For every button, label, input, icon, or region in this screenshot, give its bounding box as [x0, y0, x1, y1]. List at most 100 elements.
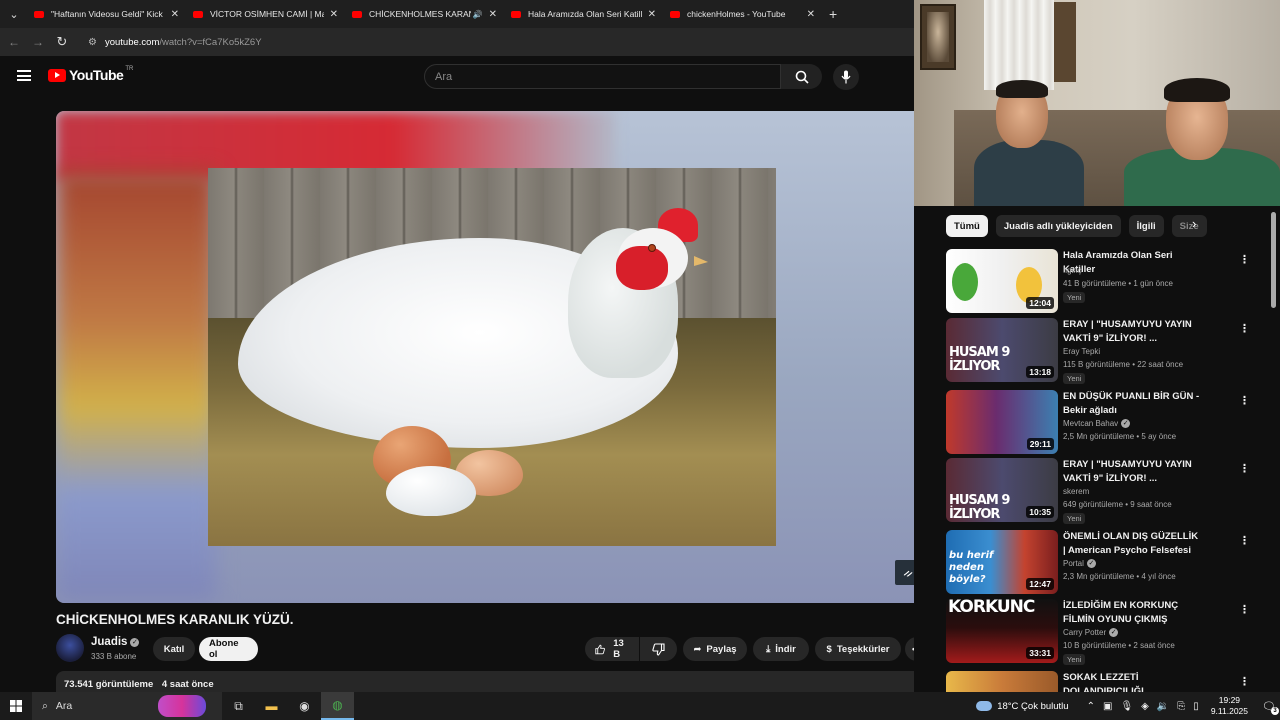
recommendation-item[interactable]: HUSAM 9 İZLIYOR 13:18 ERAY | "HUSAMYUYU … — [946, 318, 1250, 384]
recommendation-item[interactable]: 12:04 Hala Aramızda Olan Seri Katiller İ… — [946, 249, 1250, 313]
video-blur-background — [56, 171, 216, 601]
browser-tab[interactable]: VİCTOR OSİMHEN CAMİ | Madı... ✕ — [187, 0, 346, 28]
channel-avatar[interactable] — [56, 634, 84, 662]
site-settings-icon[interactable]: ⚙ — [88, 37, 97, 48]
network-icon[interactable]: ⎘ — [1177, 701, 1185, 712]
tab-close-icon[interactable]: ✕ — [171, 9, 179, 20]
more-vert-icon[interactable]: ⋮ — [1239, 322, 1250, 335]
start-button[interactable] — [0, 692, 32, 720]
tray-chevron-up-icon[interactable]: ⌃ — [1087, 701, 1095, 712]
tab-list-chevron-icon[interactable]: ⌄ — [0, 0, 28, 28]
video-thumbnail[interactable]: HUSAM 9 İZLIYOR 13:18 — [946, 318, 1058, 382]
chip-from-uploader[interactable]: Juadis adlı yükleyiciden — [995, 215, 1121, 237]
thanks-label: Teşekkürler — [836, 643, 890, 655]
like-button[interactable]: 13 B — [585, 637, 639, 661]
speaker-icon[interactable]: 🔊 — [473, 10, 483, 19]
video-owner-row: Juadis ✓ 333 B abone Katıl Abone ol 13 B … — [56, 634, 929, 664]
youtube-favicon-icon — [511, 10, 521, 18]
tab-close-icon[interactable]: ✕ — [330, 9, 338, 20]
recommendation-title: ÖNEMLİ OLAN DIŞ GÜZELLİK | American Psyc… — [1063, 531, 1199, 556]
weather-widget[interactable]: 18°C Çok bulutlu — [976, 701, 1069, 712]
more-vert-icon[interactable]: ⋮ — [1239, 462, 1250, 475]
chip-related[interactable]: İlgili — [1128, 215, 1164, 237]
tab-title: chickenHolmes - YouTube — [687, 9, 786, 19]
upload-time: 4 saat önce — [161, 679, 214, 690]
menu-hamburger-icon[interactable] — [17, 70, 31, 81]
recommendation-item[interactable]: HUSAM 9 İZLIYOR 10:35 ERAY | "HUSAMYUYU … — [946, 458, 1250, 524]
share-button[interactable]: ➦ Paylaş — [683, 637, 747, 661]
url-path: /watch?v=fCa7Ko5kZ6Y — [159, 36, 262, 48]
url-field[interactable]: youtube.com/watch?v=fCa7Ko5kZ6Y — [105, 37, 262, 48]
channel-name-link[interactable]: Juadis ✓ — [91, 636, 140, 648]
file-explorer-icon[interactable]: ▬ — [255, 692, 288, 720]
more-vert-icon[interactable]: ⋮ — [1239, 394, 1250, 407]
recommendation-item[interactable]: SOKAK LEZZETİ DOLANDIRICILIĞI. ⋮ — [946, 671, 1250, 692]
taskbar-search-placeholder: Ara — [55, 700, 73, 712]
chrome-icon[interactable]: ◍ — [321, 692, 354, 720]
like-count: 13 B — [613, 638, 624, 660]
video-duration: 12:04 — [1026, 297, 1054, 309]
join-button[interactable]: Katıl — [153, 637, 195, 661]
task-view-icon[interactable]: ⧉ — [222, 692, 255, 720]
tab-close-icon[interactable]: ✕ — [489, 9, 497, 20]
recommendation-item[interactable]: bu herif neden böyle? 12:47 ÖNEMLİ OLAN … — [946, 530, 1250, 594]
download-button[interactable]: ⤓ İndir — [753, 637, 809, 661]
browser-tab[interactable]: "Haftanın Videosu Geldi" Kick & ... ✕ — [28, 0, 187, 28]
volume-icon[interactable]: 🔉 — [1157, 701, 1169, 712]
windows-logo-icon — [10, 700, 22, 712]
taskbar-search[interactable]: ⌕ Ara — [32, 692, 222, 720]
chip-all[interactable]: Tümü — [946, 215, 988, 237]
clock-date: 9.11.2025 — [1210, 706, 1248, 716]
portrait-frame — [920, 4, 956, 70]
url-host: youtube.com — [104, 36, 160, 48]
video-thumbnail[interactable]: HUSAM 9 İZLIYOR 10:35 — [946, 458, 1058, 522]
browser-tab[interactable]: chickenHolmes - YouTube ✕ — [664, 0, 823, 28]
recommendation-meta: 115 B görüntüleme • 22 saat önce — [1063, 360, 1184, 369]
new-tab-plus-icon[interactable]: + — [829, 6, 837, 22]
recommendation-item[interactable]: KORKUNC 33:31 İZLEDİĞİM EN KORKUNÇ FİLMİ… — [946, 599, 1250, 665]
subscribe-button[interactable]: Abone ol — [199, 637, 258, 661]
browser-tab-active[interactable]: CHİCKENHOLMES KARANLIK... 🔊 ✕ — [346, 0, 505, 28]
tray-app-icon[interactable]: ▣ — [1103, 701, 1112, 712]
tray-app-icon[interactable]: ◈ — [1141, 701, 1149, 712]
video-thumbnail[interactable]: 29:11 — [946, 390, 1058, 454]
more-vert-icon[interactable]: ⋮ — [1239, 253, 1250, 266]
browser-tab[interactable]: Hala Aramızda Olan Seri Katiller ✕ — [505, 0, 664, 28]
video-duration: 12:47 — [1026, 578, 1054, 590]
sidebar-scrollbar[interactable] — [1271, 212, 1276, 308]
video-thumbnail[interactable]: 12:04 — [946, 249, 1058, 313]
clock[interactable]: 19:29 9.11.2025 — [1211, 695, 1248, 717]
youtube-favicon-icon — [352, 10, 362, 18]
thanks-button[interactable]: $ Teşekkürler — [815, 637, 901, 661]
forward-arrow-icon[interactable]: → — [26, 35, 50, 49]
search-button[interactable] — [781, 64, 822, 89]
dislike-button[interactable] — [640, 637, 677, 661]
filter-chips: Tümü Juadis adlı yükleyiciden İlgili Siz… — [946, 215, 1207, 237]
battery-icon[interactable]: ▯ — [1193, 701, 1199, 712]
obs-studio-icon[interactable]: ◉ — [288, 692, 321, 720]
video-thumbnail[interactable] — [946, 671, 1058, 692]
search-input[interactable]: Ara — [424, 64, 781, 89]
more-vert-icon[interactable]: ⋮ — [1239, 603, 1250, 616]
voice-search-button[interactable] — [833, 64, 859, 90]
notification-center-icon[interactable]: 🗨 3 — [1258, 700, 1280, 715]
tab-close-icon[interactable]: ✕ — [807, 9, 815, 20]
back-arrow-icon[interactable]: ← — [2, 35, 26, 49]
video-thumbnail[interactable]: bu herif neden böyle? 12:47 — [946, 530, 1058, 594]
microphone-icon[interactable]: 🎙 — [1120, 701, 1133, 712]
webcam-overlay — [914, 0, 1280, 206]
youtube-logo[interactable]: YouTube TR — [48, 66, 133, 83]
tab-close-icon[interactable]: ✕ — [648, 9, 656, 20]
download-label: İndir — [775, 643, 796, 655]
reload-icon[interactable]: ↻ — [50, 34, 74, 50]
video-thumbnail[interactable]: KORKUNC 33:31 — [946, 599, 1058, 663]
tab-title: "Haftanın Videosu Geldi" Kick & ... — [51, 9, 165, 19]
more-vert-icon[interactable]: ⋮ — [1239, 534, 1250, 547]
browser-tab-strip: ⌄ "Haftanın Videosu Geldi" Kick & ... ✕ … — [0, 0, 914, 28]
video-player[interactable]: ᨀ — [56, 111, 929, 603]
chips-next-chevron-icon[interactable]: › — [1192, 216, 1196, 231]
recommendation-meta: 649 görüntüleme • 9 saat önce — [1063, 500, 1172, 509]
more-vert-icon[interactable]: ⋮ — [1239, 675, 1250, 688]
chip-for-you[interactable]: Size — [1171, 215, 1207, 237]
recommendation-item[interactable]: 29:11 EN DÜŞÜK PUANLI BİR GÜN - Bekir ağ… — [946, 390, 1250, 454]
